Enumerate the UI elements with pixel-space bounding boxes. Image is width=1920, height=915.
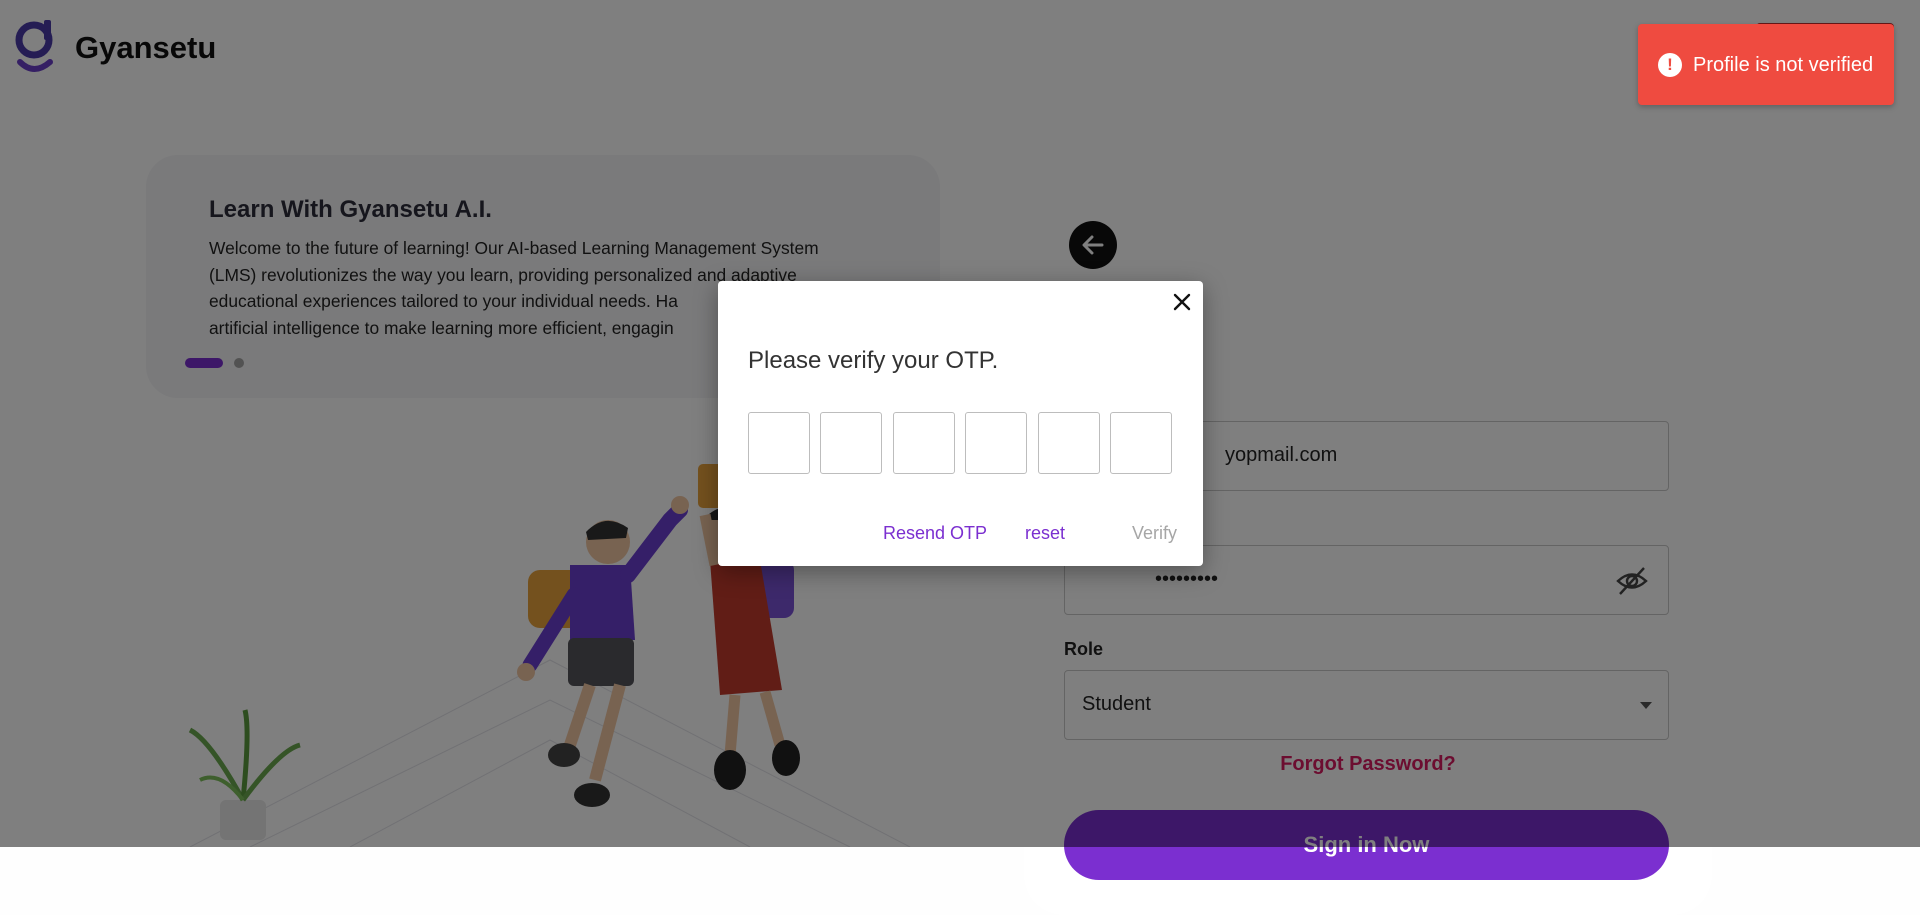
resend-otp-button[interactable]: Resend OTP: [883, 523, 987, 544]
otp-dialog-title: Please verify your OTP.: [748, 347, 999, 374]
close-icon: [1173, 293, 1191, 311]
close-button[interactable]: [1169, 289, 1195, 315]
otp-digit-3[interactable]: [893, 412, 955, 474]
otp-digit-4[interactable]: [965, 412, 1027, 474]
error-toast: ! Profile is not verified: [1638, 24, 1894, 105]
otp-dialog: Please verify your OTP. Resend OTP reset…: [718, 281, 1203, 566]
alert-icon: !: [1658, 53, 1682, 77]
otp-digit-1[interactable]: [748, 412, 810, 474]
verify-button[interactable]: Verify: [1132, 523, 1177, 544]
otp-digit-6[interactable]: [1110, 412, 1172, 474]
otp-digit-5[interactable]: [1038, 412, 1100, 474]
reset-button[interactable]: reset: [1025, 523, 1065, 544]
otp-digit-2[interactable]: [820, 412, 882, 474]
toast-message: Profile is not verified: [1693, 54, 1874, 76]
